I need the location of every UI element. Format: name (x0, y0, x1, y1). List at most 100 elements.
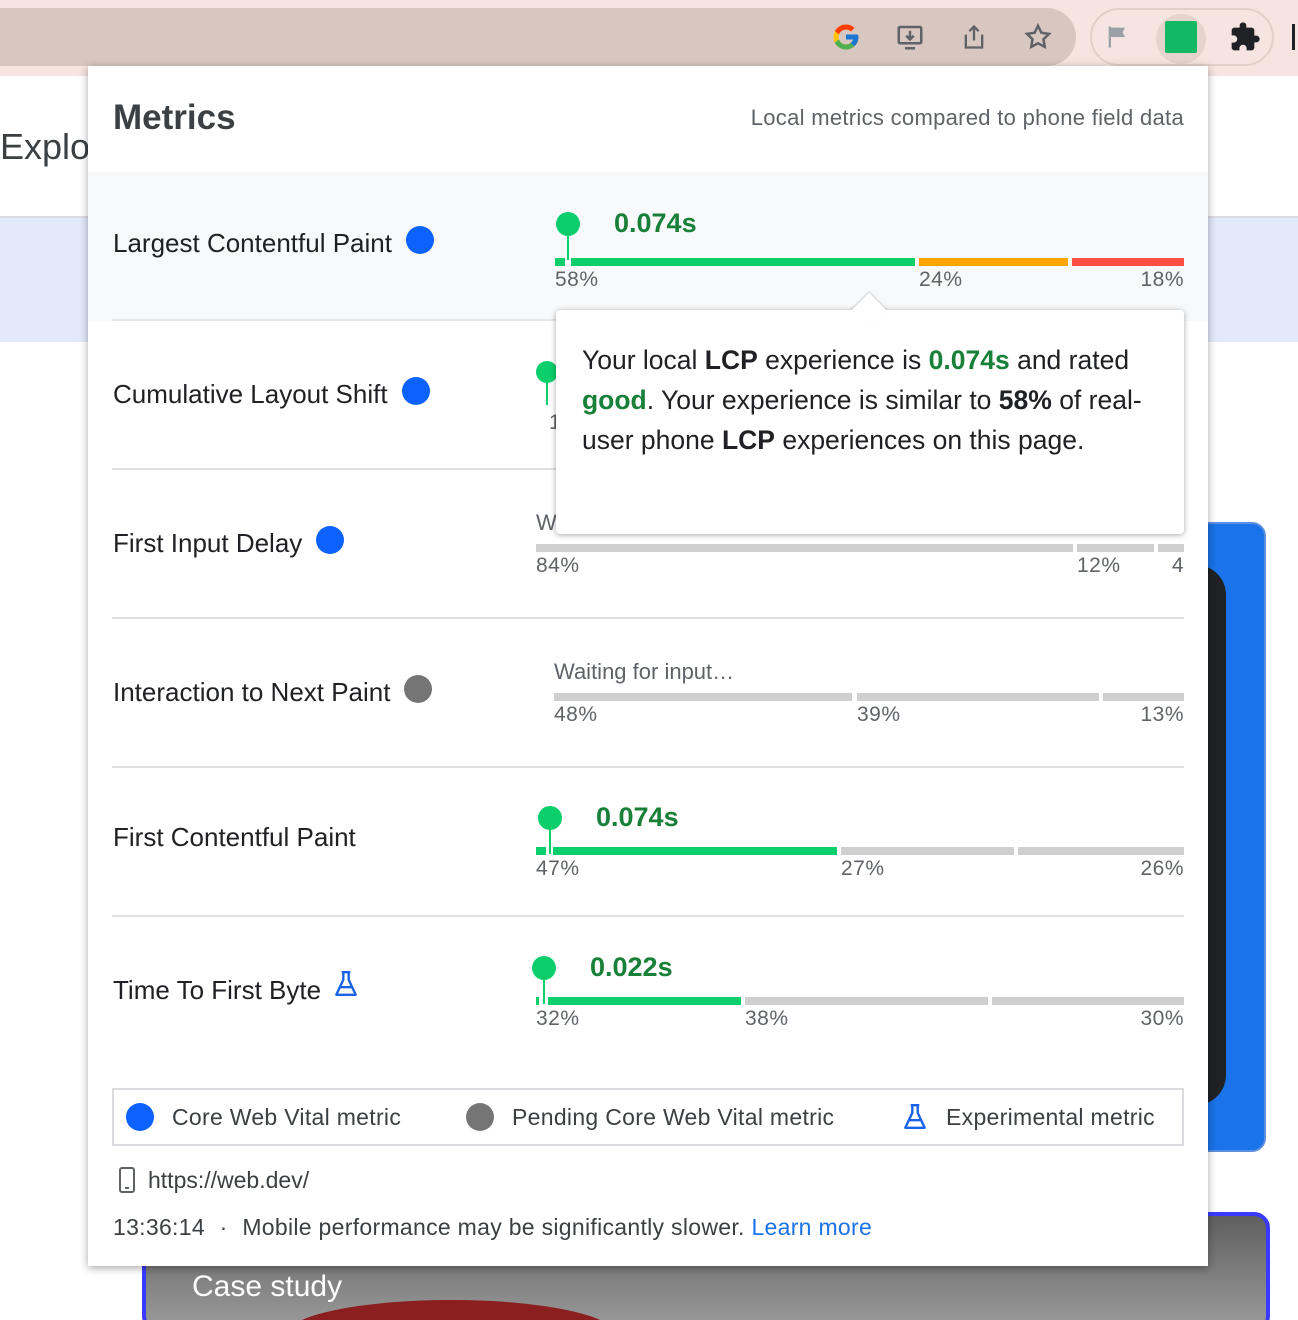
good-segment (554, 693, 852, 701)
needs-improvement-percentage: 27% (841, 857, 885, 880)
pending-core-web-vital-icon (466, 1103, 494, 1131)
metric-value: 0.074s (614, 208, 697, 238)
experimental-flask-icon (902, 1103, 928, 1131)
legend-label: Pending Core Web Vital metric (512, 1103, 835, 1130)
metric-row-inp[interactable]: Interaction to Next Paint Waiting for in… (88, 619, 1208, 768)
good-segment (536, 544, 1073, 552)
metric-name: First Contentful Paint (113, 822, 356, 853)
metric-name: First Input Delay (113, 525, 345, 559)
toolbar-edge (1292, 24, 1295, 50)
needs-improvement-percentage: 12% (1077, 554, 1121, 577)
metric-name-label: First Contentful Paint (113, 822, 356, 852)
poor-segment (1072, 258, 1184, 266)
learn-more-link[interactable]: Learn more (751, 1214, 872, 1240)
tooltip-metric: LCP (704, 345, 758, 375)
good-segment-left (536, 847, 546, 855)
waiting-status: W (536, 510, 557, 535)
good-segment-left (536, 997, 539, 1005)
footer-note: 13:36:14 · Mobile performance may be sig… (113, 1214, 872, 1241)
needs-improvement-segment (1077, 544, 1154, 552)
metric-row-ttfb[interactable]: Time To First Byte 0.022s 32% 38% 30% (88, 917, 1208, 1066)
poor-percentage: 13% (1140, 703, 1184, 726)
tooltip-text: Your local (582, 345, 705, 375)
good-percentage: 58% (555, 268, 599, 291)
metric-name: Time To First Byte (113, 970, 359, 1008)
timestamp: 13:36:14 (113, 1214, 205, 1240)
local-value-pin (556, 212, 580, 236)
popup-subtitle: Local metrics compared to phone field da… (750, 105, 1184, 130)
needs-improvement-segment (919, 258, 1068, 266)
good-segment (548, 997, 741, 1005)
poor-percentage: 26% (1140, 857, 1184, 880)
lcp-tooltip: Your local LCP experience is 0.074s and … (556, 310, 1184, 534)
case-study-label: Case study (192, 1270, 343, 1303)
needs-improvement-percentage: 38% (745, 1007, 789, 1030)
metric-name-label: Interaction to Next Paint (113, 677, 391, 707)
good-percentage: 84% (536, 554, 580, 577)
metric-value: 0.022s (590, 952, 673, 982)
core-web-vital-icon (126, 1103, 154, 1131)
legend-experimental: Experimental metric (902, 1103, 1155, 1131)
pending-core-web-vital-icon (404, 674, 433, 703)
web-vitals-extension-icon[interactable] (1161, 17, 1201, 57)
legend-label: Core Web Vital metric (172, 1103, 402, 1130)
good-percentage: 47% (536, 857, 580, 880)
good-segment (553, 847, 837, 855)
metric-row-lcp[interactable]: Largest Contentful Paint 0.074s 58% 24% … (88, 172, 1208, 321)
legend-label: Experimental metric (946, 1103, 1155, 1130)
local-value-pin-stem (549, 828, 551, 854)
bookmark-star-icon[interactable] (1018, 17, 1058, 57)
local-value-pin (536, 361, 558, 383)
tooltip-value: 0.074s (928, 345, 1010, 375)
mobile-performance-note: Mobile performance may be significantly … (242, 1214, 745, 1240)
poor-percentage: 30% (1140, 1007, 1184, 1030)
poor-segment (992, 997, 1184, 1005)
experimental-flask-icon (333, 970, 359, 1005)
metric-value: 0.074s (596, 802, 679, 832)
tooltip-text: experiences on this page. (774, 425, 1085, 455)
share-icon[interactable] (954, 17, 994, 57)
needs-improvement-percentage: 39% (857, 703, 901, 726)
core-web-vital-icon (401, 376, 430, 405)
legend-core-web-vital: Core Web Vital metric (126, 1103, 401, 1131)
poor-segment (1158, 544, 1184, 552)
needs-improvement-segment (745, 997, 988, 1005)
tooltip-text: and rated (1009, 345, 1130, 375)
page-url-line: https://web.dev/ (118, 1166, 309, 1194)
poor-segment (1103, 693, 1184, 701)
extensions-puzzle-icon[interactable] (1225, 17, 1265, 57)
tooltip-rating: good (582, 385, 647, 415)
local-value-pin (538, 806, 562, 830)
local-value-pin-stem (567, 234, 569, 260)
metric-name-label: Time To First Byte (113, 975, 322, 1005)
flag-icon[interactable] (1098, 17, 1138, 57)
local-value-pin-stem (543, 978, 545, 1004)
needs-improvement-segment (841, 847, 1014, 855)
poor-segment (1018, 847, 1184, 855)
good-percentage: 32% (536, 1007, 580, 1030)
page-url: https://web.dev/ (148, 1166, 310, 1193)
google-icon[interactable] (826, 17, 866, 57)
metrics-popup: Metrics Local metrics compared to phone … (88, 66, 1208, 1266)
tooltip-metric: LCP (721, 425, 775, 455)
popup-title: Metrics (113, 98, 236, 137)
core-web-vital-icon (405, 225, 434, 254)
local-value-pin (532, 956, 556, 980)
browser-toolbar (0, 0, 1298, 76)
good-segment (571, 258, 915, 266)
mobile-device-icon (118, 1166, 136, 1194)
metric-legend: Core Web Vital metric Pending Core Web V… (112, 1088, 1184, 1146)
metric-name-label: Largest Contentful Paint (113, 228, 392, 258)
install-icon[interactable] (890, 17, 930, 57)
metric-name-label: First Input Delay (113, 528, 303, 558)
poor-percentage: 4 (1171, 554, 1184, 577)
legend-pending-core-web-vital: Pending Core Web Vital metric (466, 1103, 834, 1131)
metric-name: Interaction to Next Paint (113, 674, 433, 708)
tooltip-text: . Your experience is similar to (646, 385, 999, 415)
needs-improvement-percentage: 24% (919, 268, 963, 291)
metric-name: Cumulative Layout Shift (113, 376, 430, 410)
waiting-status: Waiting for input… (554, 659, 735, 684)
metric-row-fcp[interactable]: First Contentful Paint 0.074s 47% 27% 26… (88, 768, 1208, 917)
background-page-title: Explor (0, 126, 103, 167)
needs-improvement-segment (857, 693, 1099, 701)
